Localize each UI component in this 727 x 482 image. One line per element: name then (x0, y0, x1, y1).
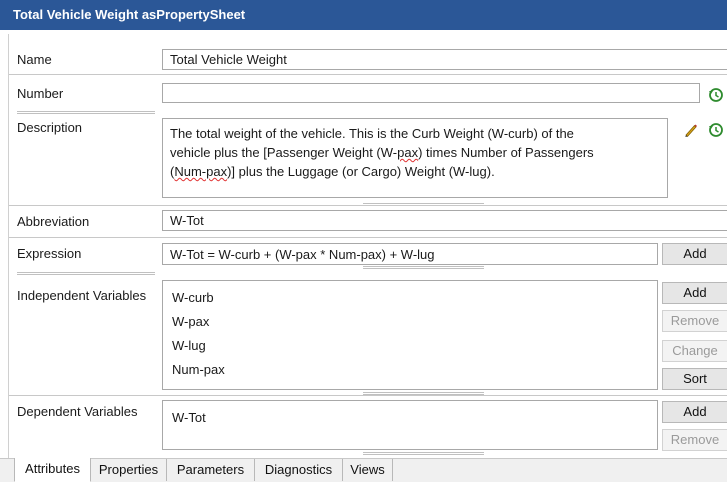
label-divider (17, 272, 155, 275)
independent-sort-button[interactable]: Sort (662, 368, 727, 390)
abbreviation-field[interactable]: W-Tot (162, 210, 727, 231)
name-field[interactable]: Total Vehicle Weight (162, 49, 727, 70)
expression-value: W-Tot = W-curb + (W-pax * Num-pax) + W-l… (170, 247, 435, 262)
independent-change-button[interactable]: Change (662, 340, 727, 362)
independent-add-button[interactable]: Add (662, 282, 727, 304)
description-label: Description (17, 120, 83, 135)
independent-remove-button[interactable]: Remove (662, 310, 727, 332)
tab-diagnostics[interactable]: Diagnostics (255, 459, 343, 481)
dependent-add-button[interactable]: Add (662, 401, 727, 423)
independent-variables-list[interactable]: W-curb W-pax W-lug Num-pax (162, 280, 658, 390)
dependent-variables-label: Dependent Variables (17, 404, 138, 419)
tab-properties[interactable]: Properties (91, 459, 167, 481)
divider (9, 395, 727, 396)
list-item[interactable]: W-curb (172, 290, 214, 305)
divider (9, 205, 727, 206)
tab-attributes[interactable]: Attributes (14, 458, 91, 482)
tab-bar: Attributes Properties Parameters Diagnos… (0, 458, 727, 482)
dependent-variables-list[interactable]: W-Tot (162, 400, 658, 450)
divider (9, 74, 727, 75)
resize-grip[interactable] (363, 452, 484, 455)
name-label: Name (17, 52, 52, 67)
history-icon[interactable] (708, 87, 724, 103)
list-item[interactable]: W-pax (172, 314, 209, 329)
description-field[interactable]: The total weight of the vehicle. This is… (162, 118, 668, 198)
list-item[interactable]: W-lug (172, 338, 206, 353)
tab-views[interactable]: Views (343, 459, 393, 481)
name-value: Total Vehicle Weight (170, 52, 287, 67)
description-text: The total weight of the vehicle. This is… (170, 126, 594, 179)
number-label: Number (17, 86, 64, 101)
expression-add-button[interactable]: Add (662, 243, 727, 265)
pencil-icon[interactable] (683, 122, 699, 138)
label-divider (17, 111, 155, 114)
dependent-remove-button[interactable]: Remove (662, 429, 727, 451)
expression-field[interactable]: W-Tot = W-curb + (W-pax * Num-pax) + W-l… (162, 243, 658, 265)
list-item[interactable]: Num-pax (172, 362, 225, 377)
divider (9, 237, 727, 238)
history-icon[interactable] (708, 122, 724, 138)
number-field[interactable] (162, 83, 700, 103)
list-item[interactable]: W-Tot (172, 410, 206, 425)
abbreviation-label: Abbreviation (17, 214, 90, 229)
abbreviation-value: W-Tot (170, 213, 204, 228)
independent-variables-label: Independent Variables (17, 288, 147, 303)
property-sheet-panel: Name Total Vehicle Weight Number Descrip… (8, 34, 727, 458)
tab-parameters[interactable]: Parameters (167, 459, 255, 481)
expression-label: Expression (17, 246, 82, 261)
window-title: Total Vehicle Weight asPropertySheet (0, 0, 727, 30)
resize-grip[interactable] (363, 266, 484, 269)
